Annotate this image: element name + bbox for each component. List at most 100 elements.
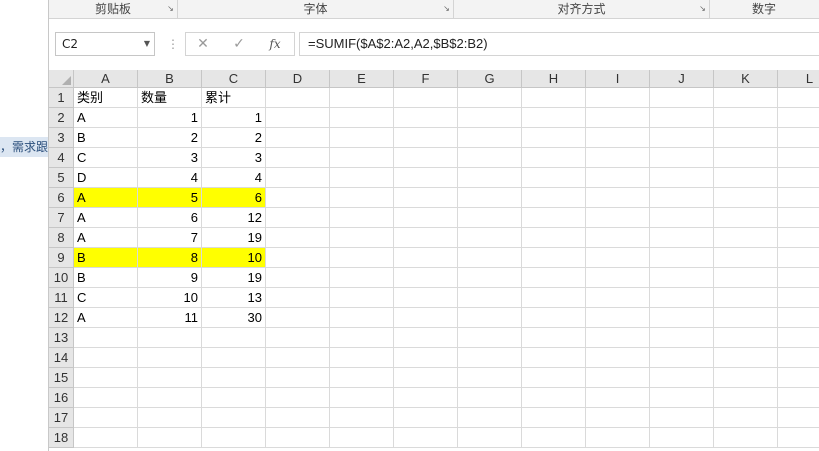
- data-cell[interactable]: 19: [202, 228, 266, 248]
- cell-c18[interactable]: [202, 428, 266, 448]
- data-cell[interactable]: D: [74, 168, 138, 188]
- data-cell[interactable]: 7: [138, 228, 202, 248]
- cell-j10[interactable]: [650, 268, 714, 288]
- cell-i16[interactable]: [586, 388, 650, 408]
- data-cell[interactable]: 4: [202, 168, 266, 188]
- cell-g12[interactable]: [458, 308, 522, 328]
- row-header-14[interactable]: 14: [49, 348, 74, 368]
- row-header-6[interactable]: 6: [49, 188, 74, 208]
- cell-c17[interactable]: [202, 408, 266, 428]
- cell-l16[interactable]: [778, 388, 819, 408]
- cell-f10[interactable]: [394, 268, 458, 288]
- cell-g8[interactable]: [458, 228, 522, 248]
- cell-e18[interactable]: [330, 428, 394, 448]
- cell-f15[interactable]: [394, 368, 458, 388]
- cell-e13[interactable]: [330, 328, 394, 348]
- cell-h6[interactable]: [522, 188, 586, 208]
- row-header-12[interactable]: 12: [49, 308, 74, 328]
- cell-g7[interactable]: [458, 208, 522, 228]
- cell-k6[interactable]: [714, 188, 778, 208]
- cell-h4[interactable]: [522, 148, 586, 168]
- cell-f18[interactable]: [394, 428, 458, 448]
- cell-d5[interactable]: [266, 168, 330, 188]
- cell-j12[interactable]: [650, 308, 714, 328]
- cell-j17[interactable]: [650, 408, 714, 428]
- cell-l6[interactable]: [778, 188, 819, 208]
- row-header-10[interactable]: 10: [49, 268, 74, 288]
- cell-e9[interactable]: [330, 248, 394, 268]
- cell-e14[interactable]: [330, 348, 394, 368]
- data-cell[interactable]: A: [74, 188, 138, 208]
- data-cell[interactable]: 11: [138, 308, 202, 328]
- cell-f2[interactable]: [394, 108, 458, 128]
- cell-d10[interactable]: [266, 268, 330, 288]
- cell-i8[interactable]: [586, 228, 650, 248]
- header-cell[interactable]: 数量: [138, 88, 202, 108]
- cell-g10[interactable]: [458, 268, 522, 288]
- cell-d3[interactable]: [266, 128, 330, 148]
- cell-l12[interactable]: [778, 308, 819, 328]
- cell-f8[interactable]: [394, 228, 458, 248]
- cell-l14[interactable]: [778, 348, 819, 368]
- cell-g1[interactable]: [458, 88, 522, 108]
- cell-e3[interactable]: [330, 128, 394, 148]
- cell-b15[interactable]: [138, 368, 202, 388]
- cell-i10[interactable]: [586, 268, 650, 288]
- cell-l13[interactable]: [778, 328, 819, 348]
- data-cell[interactable]: 10: [202, 248, 266, 268]
- name-box[interactable]: C2 ▼: [55, 32, 155, 56]
- cell-k1[interactable]: [714, 88, 778, 108]
- cell-e7[interactable]: [330, 208, 394, 228]
- cell-k5[interactable]: [714, 168, 778, 188]
- column-header-g[interactable]: G: [458, 70, 522, 88]
- data-cell[interactable]: 19: [202, 268, 266, 288]
- cell-b13[interactable]: [138, 328, 202, 348]
- column-header-h[interactable]: H: [522, 70, 586, 88]
- cell-e4[interactable]: [330, 148, 394, 168]
- cell-h10[interactable]: [522, 268, 586, 288]
- cell-g3[interactable]: [458, 128, 522, 148]
- cell-j2[interactable]: [650, 108, 714, 128]
- cell-j11[interactable]: [650, 288, 714, 308]
- row-header-5[interactable]: 5: [49, 168, 74, 188]
- cell-a17[interactable]: [74, 408, 138, 428]
- cell-e2[interactable]: [330, 108, 394, 128]
- cell-i1[interactable]: [586, 88, 650, 108]
- row-header-4[interactable]: 4: [49, 148, 74, 168]
- data-cell[interactable]: A: [74, 228, 138, 248]
- cell-f1[interactable]: [394, 88, 458, 108]
- cell-g5[interactable]: [458, 168, 522, 188]
- cell-d11[interactable]: [266, 288, 330, 308]
- cell-i3[interactable]: [586, 128, 650, 148]
- data-cell[interactable]: 30: [202, 308, 266, 328]
- column-header-b[interactable]: B: [138, 70, 202, 88]
- column-header-f[interactable]: F: [394, 70, 458, 88]
- cell-f14[interactable]: [394, 348, 458, 368]
- cell-g4[interactable]: [458, 148, 522, 168]
- cell-a13[interactable]: [74, 328, 138, 348]
- header-cell[interactable]: 类别: [74, 88, 138, 108]
- cell-k17[interactable]: [714, 408, 778, 428]
- cell-g11[interactable]: [458, 288, 522, 308]
- cell-k8[interactable]: [714, 228, 778, 248]
- cell-h3[interactable]: [522, 128, 586, 148]
- cell-j4[interactable]: [650, 148, 714, 168]
- cell-i12[interactable]: [586, 308, 650, 328]
- data-cell[interactable]: 2: [138, 128, 202, 148]
- row-header-3[interactable]: 3: [49, 128, 74, 148]
- data-cell[interactable]: 10: [138, 288, 202, 308]
- data-cell[interactable]: A: [74, 208, 138, 228]
- cell-k9[interactable]: [714, 248, 778, 268]
- cell-i2[interactable]: [586, 108, 650, 128]
- cell-j5[interactable]: [650, 168, 714, 188]
- cell-e11[interactable]: [330, 288, 394, 308]
- cell-i18[interactable]: [586, 428, 650, 448]
- column-header-e[interactable]: E: [330, 70, 394, 88]
- cell-d7[interactable]: [266, 208, 330, 228]
- cell-h17[interactable]: [522, 408, 586, 428]
- cell-e5[interactable]: [330, 168, 394, 188]
- data-cell[interactable]: 2: [202, 128, 266, 148]
- cell-c16[interactable]: [202, 388, 266, 408]
- row-header-17[interactable]: 17: [49, 408, 74, 428]
- column-header-c[interactable]: C: [202, 70, 266, 88]
